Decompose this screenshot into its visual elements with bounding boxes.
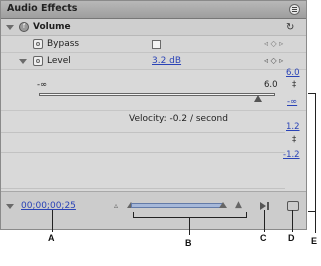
expand-triangle-icon[interactable] [6,25,14,30]
level-slider-area: -∞ 6.0 [1,70,306,111]
effect-name: Volume [33,22,71,32]
callout-bracket-b [133,217,247,218]
expand-level-triangle-icon[interactable] [19,59,27,64]
value-graph[interactable]: -∞ 6.0 Velocity: -0.2 / second 6.0 ‡ -∞ … [1,68,306,191]
stopwatch-icon[interactable] [33,39,43,49]
level-slider-thumb[interactable] [254,95,263,102]
callout-d: D [288,233,295,243]
velocity-readout: Velocity: -0.2 / second [129,114,228,124]
panel-footer: 00;00;00;25 ▵ ▲ [1,191,306,229]
callout-line-b [189,217,190,235]
callout-line-c [264,210,265,232]
callout-line-e [315,93,316,233]
level-slider-track[interactable] [39,93,275,96]
zoom-in-icon[interactable]: ▲ [235,200,242,210]
param-row-bypass: Bypass ◃ ◇ ▹ [1,36,306,53]
graph-line [1,188,285,189]
bypass-checkbox[interactable] [152,40,161,49]
velocity-scale-max[interactable]: 1.2 [286,122,300,132]
zoom-out-icon[interactable]: ▵ [114,201,118,210]
velocity-scale-min[interactable]: -1.2 [283,150,300,160]
graph-line [1,152,285,153]
param-label-bypass: Bypass [47,39,80,49]
audio-effects-panel: Audio Effects f Volume ↻ Bypass ◃ ◇ ▹ Le… [0,0,307,230]
effect-row-volume[interactable]: f Volume ↻ [1,19,306,36]
timecode-display[interactable]: 00;00;00;25 [21,201,76,211]
loop-icon[interactable] [287,201,299,211]
zoom-scroll-bar[interactable] [131,203,223,208]
panel-titlebar: Audio Effects [1,1,306,19]
param-label-level: Level [47,56,71,66]
stopwatch-icon[interactable] [33,56,43,66]
reset-icon[interactable]: ↻ [286,22,296,33]
panel-title: Audio Effects [7,3,78,14]
value-scale-min[interactable]: -∞ [287,97,297,107]
panel-menu-icon[interactable] [289,4,300,15]
fx-toggle-icon[interactable]: f [19,22,29,32]
callout-line-a [52,210,53,232]
velocity-scale-divider: ‡ [292,135,297,145]
keyframe-nav-icon[interactable]: ◃ ◇ ▹ [264,39,283,48]
callout-e: E [311,236,318,246]
graph-line [1,132,285,133]
keyframe-nav-icon[interactable]: ◃ ◇ ▹ [264,56,283,65]
play-icon[interactable] [259,201,271,211]
callout-line-d [292,210,293,232]
param-row-level: Level 3.2 dB ◃ ◇ ▹ [1,53,306,70]
callout-a: A [48,233,55,243]
slider-min-label: -∞ [37,80,48,90]
callout-bracket-b-right [246,212,247,218]
callout-c: C [260,233,267,243]
zoom-handle-right[interactable] [219,202,227,208]
callout-b: B [185,238,192,248]
value-scale-divider: ‡ [292,80,297,90]
value-scale-max[interactable]: 6.0 [286,68,300,78]
callout-bracket-e-bottom [308,211,316,212]
footer-triangle-icon[interactable] [6,204,14,209]
slider-max-label: 6.0 [264,80,278,90]
level-value[interactable]: 3.2 dB [152,56,181,66]
